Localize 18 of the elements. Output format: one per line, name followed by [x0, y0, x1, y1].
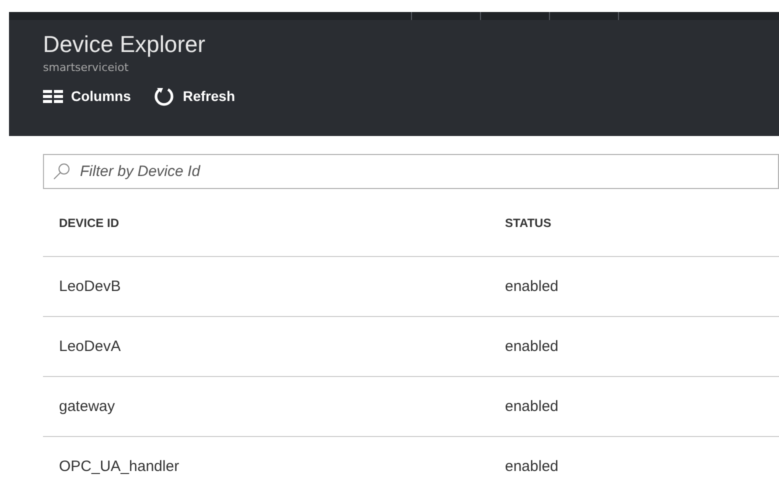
table-cell: gateway [43, 376, 501, 436]
column-header: DEVICE ID [43, 190, 501, 256]
table-cell: enabled [501, 256, 779, 316]
table-cell: LeoDevB [43, 256, 501, 316]
search-icon [53, 163, 70, 180]
table-cell: enabled [501, 376, 779, 436]
blade-subtitle: smartserviceiot [43, 61, 130, 75]
table-cell: LeoDevA [43, 316, 501, 376]
table-cell: enabled [501, 316, 779, 376]
table-cell: OPC_UA_handler [43, 436, 501, 494]
table-cell: enabled [501, 436, 779, 494]
refresh-icon [152, 85, 175, 107]
columns-icon [43, 90, 63, 102]
column-header: STATUS [501, 190, 779, 256]
filter-field[interactable]: Filter by Device Id [43, 154, 779, 189]
refresh-button[interactable]: Refresh [152, 85, 236, 107]
columns-button[interactable]: Columns [43, 85, 131, 107]
blade-title: Device Explorer [43, 30, 206, 58]
